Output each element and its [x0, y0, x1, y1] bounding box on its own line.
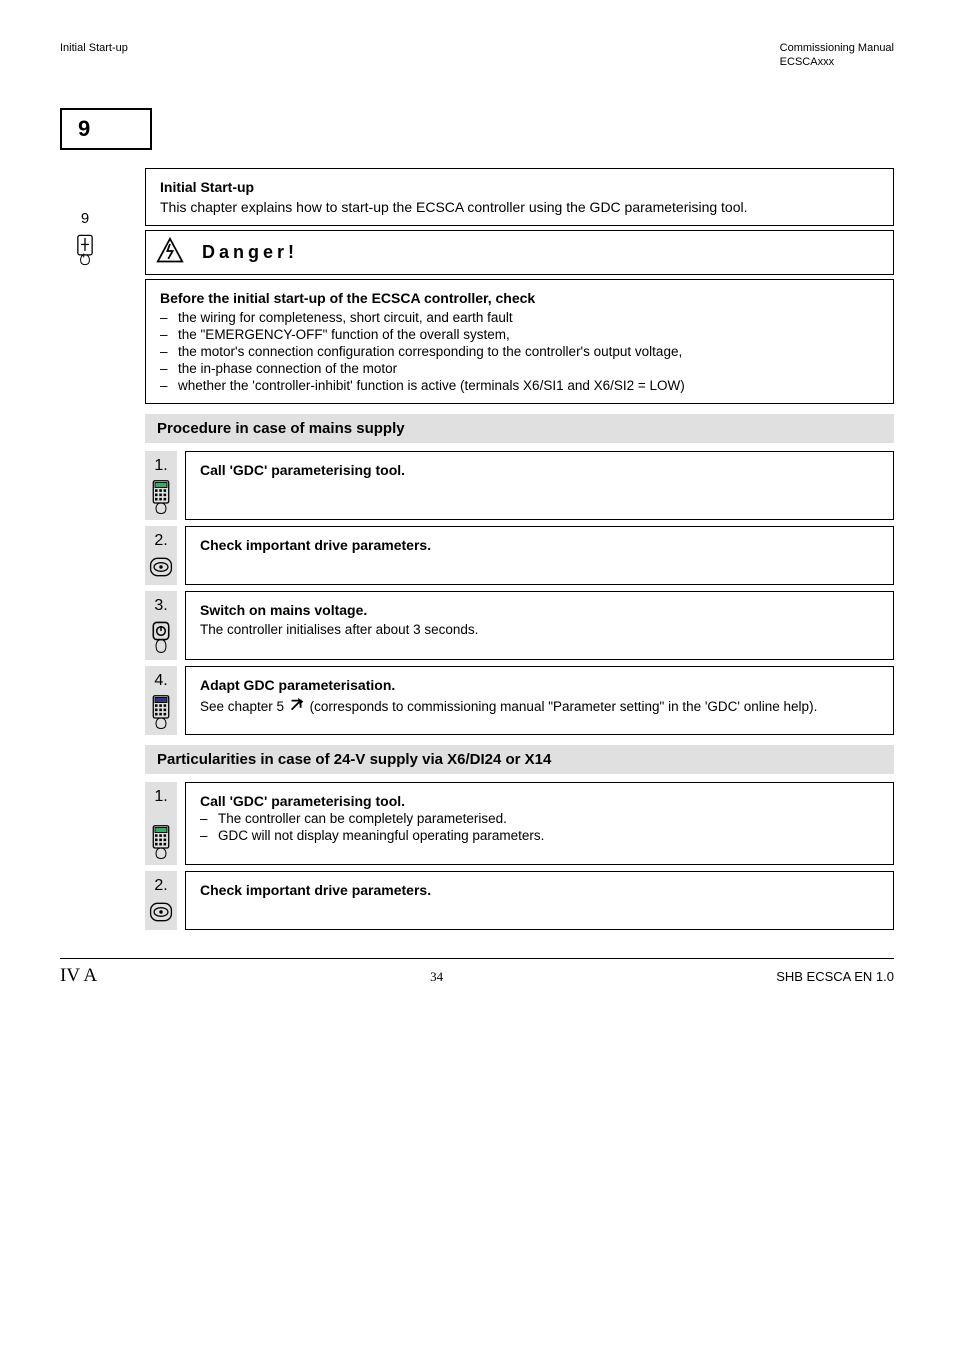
chapter-label: Initial Start-up: [60, 42, 780, 54]
step-a3-num: 3.: [154, 597, 167, 615]
section-a-heading: Procedure in case of mains supply: [145, 414, 894, 443]
safety-b5: whether the 'controller-inhibit' functio…: [178, 378, 685, 393]
power-switch-icon: [148, 619, 174, 660]
intro-number: 9: [81, 210, 89, 227]
step-a1-num: 1.: [154, 457, 167, 475]
step-a4-title: Adapt GDC parameterisation.: [200, 677, 879, 693]
safety-title: Before the initial start-up of the ECSCA…: [160, 290, 879, 306]
intro-box: Initial Start-up This chapter explains h…: [145, 168, 894, 226]
eye-icon: [148, 899, 174, 930]
intro-title: Initial Start-up: [160, 179, 879, 195]
step-a4: 4. Adapt GDC parameterisation. See chapt…: [145, 666, 894, 735]
step-b1-title: Call 'GDC' parameterising tool.: [200, 793, 879, 809]
step-a4-sub: See chapter 5 (corresponds to commission…: [200, 697, 879, 718]
step-a3-sub: The controller initialises after about 3…: [200, 622, 879, 637]
safety-b2: the "EMERGENCY-OFF" function of the over…: [178, 327, 510, 342]
step-a3: 3. Switch on mains voltage. The controll…: [145, 591, 894, 660]
hand-touch-icon: [72, 231, 98, 270]
danger-bar: Danger!: [145, 230, 894, 275]
step-a1-title: Call 'GDC' parameterising tool.: [200, 462, 879, 478]
step-a3-title: Switch on mains voltage.: [200, 602, 879, 618]
step-b1-sub2: GDC will not display meaningful operatin…: [218, 828, 544, 843]
step-b2-num: 2.: [154, 877, 167, 895]
footer-section: IV A: [60, 965, 97, 987]
safety-b3: the motor's connection configuration cor…: [178, 344, 682, 359]
section-number-tab: 9: [60, 108, 152, 150]
intro-body: This chapter explains how to start-up th…: [160, 199, 879, 215]
step-a2: 2. Check important drive parameters.: [145, 526, 894, 585]
eye-icon: [148, 554, 174, 585]
safety-check-box: Before the initial start-up of the ECSCA…: [145, 279, 894, 404]
step-b2-title: Check important drive parameters.: [200, 882, 879, 898]
danger-label: Danger!: [202, 242, 298, 263]
step-a4-num: 4.: [154, 672, 167, 690]
step-a2-title: Check important drive parameters.: [200, 537, 879, 553]
step-a1: 1. Call 'GDC' parameterising tool.: [145, 451, 894, 520]
step-b1: 1. Call 'GDC' parameterising tool. –The …: [145, 782, 894, 865]
safety-b1: the wiring for completeness, short circu…: [178, 310, 513, 325]
model-line: ECSCAxxx: [780, 56, 894, 68]
page-number: 34: [430, 969, 443, 985]
remote-control-icon: [148, 479, 174, 520]
footer-doc-id: SHB ECSCA EN 1.0: [776, 969, 894, 984]
step-b1-sub1: The controller can be completely paramet…: [218, 811, 507, 826]
doc-type: Commissioning Manual: [780, 42, 894, 54]
step-b1-num: 1.: [154, 788, 167, 806]
reference-arrow-icon: [288, 697, 306, 718]
step-a2-num: 2.: [154, 532, 167, 550]
safety-b4: the in-phase connection of the motor: [178, 361, 397, 376]
lightning-warning-icon: [156, 237, 184, 268]
section-b-heading: Particularities in case of 24-V supply v…: [145, 745, 894, 774]
remote-control-icon: [148, 824, 174, 865]
remote-control-icon: [148, 694, 174, 735]
step-b2: 2. Check important drive parameters.: [145, 871, 894, 930]
